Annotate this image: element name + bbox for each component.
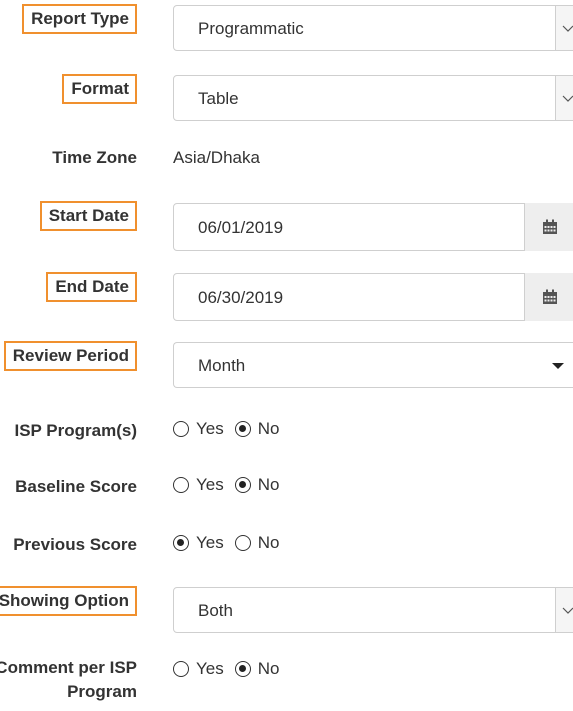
report-type-dropdown-toggle[interactable]	[555, 5, 573, 51]
comment-per-isp-label: Comment per ISP Program	[0, 656, 137, 704]
no-label: No	[257, 419, 280, 438]
yes-label: Yes	[196, 419, 224, 438]
report-type-label: Report Type	[22, 4, 137, 34]
review-period-select[interactable]: Month	[173, 342, 573, 388]
radio-unselected-icon[interactable]	[173, 420, 189, 437]
start-date-calendar-button[interactable]	[524, 203, 573, 251]
start-date-input[interactable]: 06/01/2019	[173, 203, 573, 251]
comment-per-isp-radio-group: Yes No	[173, 659, 290, 679]
baseline-score-radio-group: Yes No	[173, 475, 290, 495]
showing-option-dropdown-toggle[interactable]	[555, 587, 573, 633]
review-period-label: Review Period	[3, 341, 137, 371]
caret-down-icon	[552, 363, 564, 369]
no-label: No	[257, 475, 280, 494]
comment-per-isp-yes-option[interactable]: Yes	[173, 659, 224, 679]
radio-unselected-icon[interactable]	[234, 534, 251, 551]
comment-per-isp-label-line2: Program	[67, 682, 137, 701]
yes-label: Yes	[196, 475, 224, 494]
showing-option-label: Showing Option	[0, 586, 137, 616]
calendar-icon	[543, 219, 557, 234]
yes-label: Yes	[196, 533, 224, 552]
baseline-score-label: Baseline Score	[15, 477, 137, 496]
no-label: No	[257, 659, 280, 678]
baseline-score-no-option[interactable]: No	[234, 475, 280, 495]
showing-option-value: Both	[198, 601, 233, 620]
report-type-select[interactable]: Programmatic	[173, 5, 573, 51]
isp-programs-yes-option[interactable]: Yes	[173, 419, 224, 439]
comment-per-isp-label-line1: Comment per ISP	[0, 658, 137, 677]
radio-selected-icon[interactable]	[234, 420, 251, 437]
review-period-value: Month	[198, 356, 246, 375]
start-date-label: Start Date	[39, 201, 137, 231]
chevron-down-icon	[562, 607, 573, 614]
start-date-value: 06/01/2019	[198, 218, 284, 237]
radio-unselected-icon[interactable]	[173, 476, 189, 493]
previous-score-radio-group: Yes No	[173, 533, 290, 553]
chevron-down-icon	[562, 95, 573, 102]
calendar-icon	[543, 289, 557, 304]
previous-score-label: Previous Score	[13, 535, 137, 554]
format-dropdown-toggle[interactable]	[555, 75, 573, 121]
end-date-input[interactable]: 06/30/2019	[173, 273, 573, 321]
yes-label: Yes	[196, 659, 224, 678]
end-date-value: 06/30/2019	[198, 288, 284, 307]
isp-programs-label: ISP Program(s)	[14, 421, 137, 440]
radio-unselected-icon[interactable]	[173, 660, 189, 677]
isp-programs-radio-group: Yes No	[173, 419, 290, 439]
radio-selected-icon[interactable]	[173, 534, 189, 551]
comment-per-isp-no-option[interactable]: No	[234, 659, 280, 679]
previous-score-no-option[interactable]: No	[234, 533, 280, 553]
end-date-label: End Date	[46, 272, 137, 302]
no-label: No	[257, 533, 280, 552]
radio-selected-icon[interactable]	[234, 660, 251, 677]
format-label: Format	[62, 74, 137, 104]
report-type-value: Programmatic	[198, 19, 304, 38]
baseline-score-yes-option[interactable]: Yes	[173, 475, 224, 495]
radio-selected-icon[interactable]	[234, 476, 251, 493]
end-date-calendar-button[interactable]	[524, 273, 573, 321]
previous-score-yes-option[interactable]: Yes	[173, 533, 224, 553]
showing-option-select[interactable]: Both	[173, 587, 573, 633]
time-zone-value: Asia/Dhaka	[173, 148, 260, 167]
isp-programs-no-option[interactable]: No	[234, 419, 280, 439]
chevron-down-icon	[562, 25, 573, 32]
format-value: Table	[198, 89, 239, 108]
format-select[interactable]: Table	[173, 75, 573, 121]
time-zone-label: Time Zone	[52, 148, 137, 167]
